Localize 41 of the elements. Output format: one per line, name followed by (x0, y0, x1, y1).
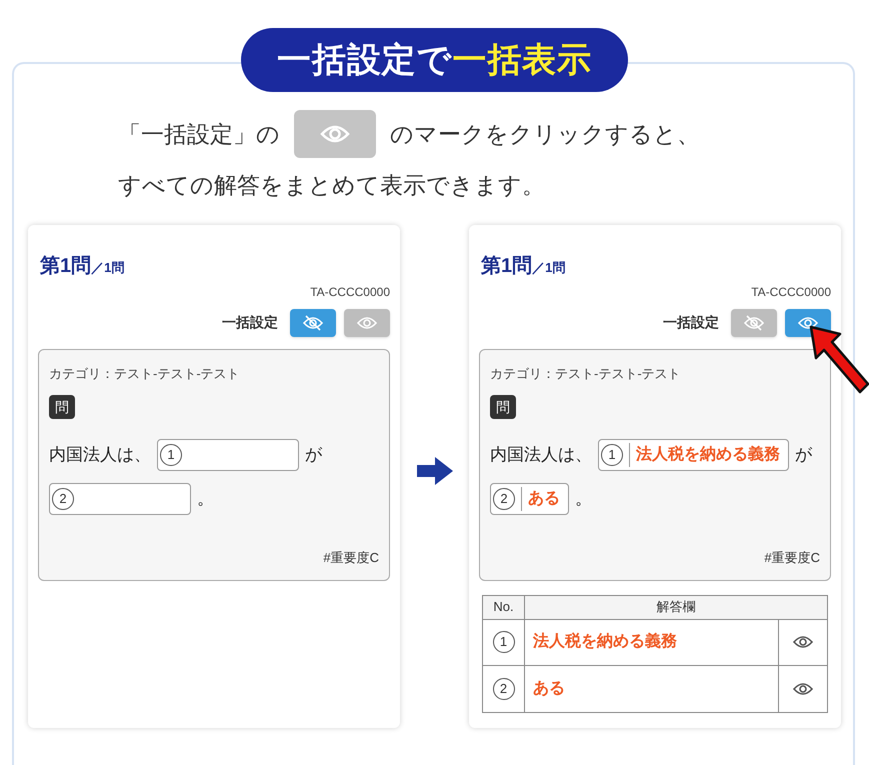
eye-slash-icon (303, 314, 323, 330)
tag-text: #重要度C (764, 549, 820, 567)
question-number: 第1問 (40, 254, 92, 278)
tag-text: #重要度C (323, 549, 379, 567)
question-total: ／1問 (532, 258, 566, 276)
eye-icon (320, 124, 350, 144)
answer-cell: 法人税を納める義務 (525, 620, 779, 664)
question-total: ／1問 (91, 258, 124, 276)
question-code: TA-CCCC0000 (310, 284, 390, 300)
bulk-setting-label: 一括設定 (663, 313, 719, 332)
pointer-arrow-icon (808, 324, 869, 394)
answer-cell: ある (525, 666, 779, 712)
question-text: 内国法人は、 (490, 444, 592, 466)
eye-icon (793, 634, 813, 650)
question-badge: 問 (49, 395, 75, 419)
question-code: TA-CCCC0000 (751, 284, 831, 300)
eye-icon (793, 680, 813, 696)
question-text: が (305, 444, 322, 466)
eye-icon (357, 314, 377, 330)
table-header: No. (483, 596, 525, 618)
answer-blank: 2 ある (490, 483, 569, 515)
question-number: 第1問 (481, 254, 532, 278)
bulk-setting-label: 一括設定 (222, 313, 278, 332)
instruction-text: すべての解答をまとめて表示できます。 (118, 171, 546, 200)
eye-slash-icon (744, 314, 764, 330)
question-badge: 問 (490, 395, 516, 419)
right-arrow-icon (414, 455, 454, 487)
question-text: 。 (575, 488, 592, 510)
answer-blank: 1 法人税を納める義務 (598, 439, 789, 471)
question-text: が (795, 444, 812, 466)
hide-answers-button[interactable] (290, 308, 336, 336)
title-text: 一括設定で (277, 40, 452, 80)
eye-icon (798, 314, 818, 330)
table-header: 解答欄 (656, 598, 696, 616)
question-text: 。 (197, 488, 214, 510)
question-text: 内国法人は、 (49, 444, 151, 466)
instruction-text: 「一括設定」の (118, 120, 280, 149)
title-text: 一括表示 (452, 40, 592, 80)
instruction-text: のマークをクリックすると、 (390, 120, 700, 149)
category-text: カテゴリ：テスト-テスト-テスト (49, 364, 241, 382)
category-text: カテゴリ：テスト-テスト-テスト (490, 364, 682, 382)
